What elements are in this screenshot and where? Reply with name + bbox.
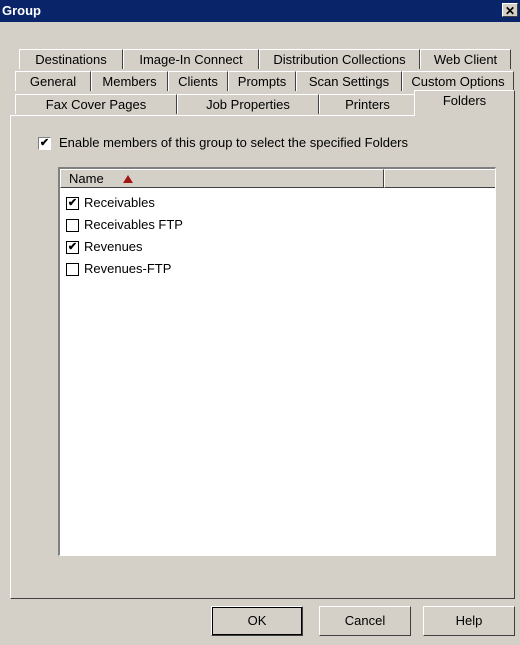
tab-label: Job Properties	[206, 97, 290, 112]
tab-distribution-collections[interactable]: Distribution Collections	[259, 49, 420, 69]
folder-checkbox-receivables-ftp[interactable]	[66, 219, 79, 232]
title-bar: Group ✕	[0, 0, 520, 22]
tab-label: Destinations	[35, 52, 107, 67]
tab-scan-settings[interactable]: Scan Settings	[296, 71, 402, 91]
list-item[interactable]: Revenues	[84, 239, 143, 254]
checkmark-icon: ✔	[39, 137, 50, 149]
tab-label: Clients	[178, 74, 218, 89]
tab-label: Scan Settings	[308, 74, 390, 89]
tab-label: Fax Cover Pages	[45, 97, 147, 112]
column-header-name[interactable]: Name	[60, 169, 384, 188]
list-item[interactable]: Revenues-FTP	[84, 261, 171, 276]
ok-button[interactable]: OK	[211, 606, 303, 636]
tab-printers[interactable]: Printers	[319, 94, 416, 114]
close-icon: ✕	[504, 4, 516, 18]
column-header-empty[interactable]	[384, 169, 495, 188]
tab-fax-cover-pages[interactable]: Fax Cover Pages	[15, 94, 177, 114]
help-button[interactable]: Help	[423, 606, 515, 636]
tab-image-in-connect[interactable]: Image-In Connect	[123, 49, 259, 69]
tab-label: Folders	[442, 93, 487, 108]
tab-web-client[interactable]: Web Client	[420, 49, 511, 69]
tab-label: Image-In Connect	[139, 52, 243, 67]
folders-list[interactable]: Name ✔ Receivables Receivables FTP ✔ Rev…	[58, 167, 496, 556]
tab-job-properties[interactable]: Job Properties	[177, 94, 319, 114]
tab-destinations[interactable]: Destinations	[19, 49, 123, 69]
tab-label: General	[29, 74, 77, 89]
tab-folders[interactable]: Folders	[414, 90, 515, 116]
tab-prompts[interactable]: Prompts	[228, 71, 296, 91]
column-header-label: Name	[69, 171, 104, 186]
list-item[interactable]: Receivables FTP	[84, 217, 183, 232]
tab-clients[interactable]: Clients	[168, 71, 228, 91]
enable-folders-checkbox[interactable]: ✔	[38, 137, 51, 150]
checkmark-icon: ✔	[67, 197, 78, 209]
tab-label: Prompts	[237, 74, 287, 89]
tab-label: Custom Options	[411, 74, 505, 89]
tab-custom-options[interactable]: Custom Options	[402, 71, 514, 91]
cancel-button[interactable]: Cancel	[319, 606, 411, 636]
sort-ascending-icon	[123, 175, 133, 183]
tab-label: Web Client	[433, 52, 498, 67]
folder-checkbox-revenues[interactable]: ✔	[66, 241, 79, 254]
folder-checkbox-receivables[interactable]: ✔	[66, 197, 79, 210]
checkmark-icon: ✔	[67, 241, 78, 253]
list-item[interactable]: Receivables	[84, 195, 155, 210]
tab-label: Members	[102, 74, 157, 89]
close-button[interactable]: ✕	[502, 3, 518, 18]
tab-members[interactable]: Members	[91, 71, 168, 91]
tab-general[interactable]: General	[15, 71, 91, 91]
enable-folders-label: Enable members of this group to select t…	[59, 135, 409, 150]
tab-label: Distribution Collections	[273, 52, 406, 67]
folder-checkbox-revenues-ftp[interactable]	[66, 263, 79, 276]
window-title: Group	[2, 3, 41, 18]
tab-label: Printers	[345, 97, 390, 112]
